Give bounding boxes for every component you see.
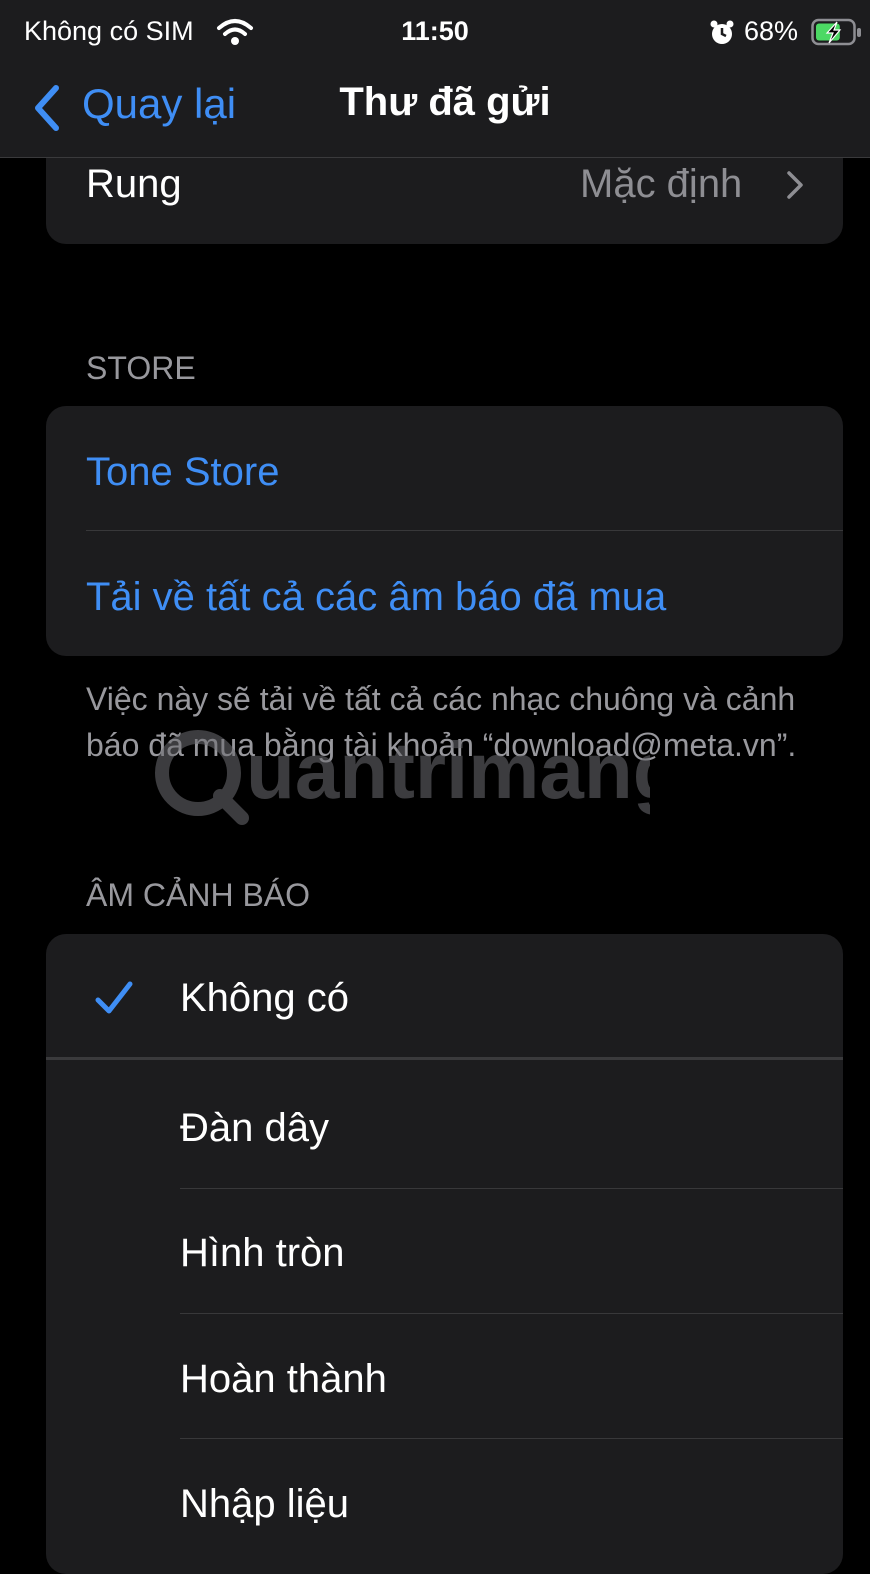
alert-tones-group: [46, 934, 843, 1574]
status-time-top: 11:50: [401, 16, 469, 46]
nav-divider: [0, 157, 870, 158]
store-section-header: STORE: [86, 350, 196, 386]
divider: [180, 1313, 843, 1314]
alert-tones-section-header: ÂM CẢNH BÁO: [86, 877, 311, 913]
checkmark-icon: [95, 981, 133, 1014]
alert-tone-item[interactable]: Đàn dây: [180, 1106, 329, 1151]
vibration-value[interactable]: Mặc định: [580, 162, 742, 207]
divider: [46, 1057, 843, 1060]
watermark-text: uantrimang: [246, 726, 650, 815]
page-title: Thư đã gửi: [339, 80, 551, 124]
battery-charging-icon: [811, 18, 861, 46]
battery-percentage-top: 68%: [744, 16, 799, 46]
alarm-icon: [710, 20, 734, 44]
alert-tone-item[interactable]: Nhập liệu: [180, 1482, 349, 1527]
download-all-tones-link[interactable]: Tải về tất cả các âm báo đã mua: [86, 575, 666, 620]
divider: [180, 1438, 843, 1439]
watermark-logo: uantrimang: [155, 726, 650, 825]
divider: [180, 1188, 843, 1189]
vibration-label[interactable]: Rung: [86, 162, 182, 207]
divider: [86, 530, 843, 531]
chevron-right-icon: [787, 171, 803, 199]
alert-tone-item[interactable]: Không có: [180, 976, 349, 1021]
alert-tone-item[interactable]: Hình tròn: [180, 1231, 345, 1276]
tone-store-link[interactable]: Tone Store: [86, 450, 279, 495]
alert-tone-item[interactable]: Hoàn thành: [180, 1357, 387, 1402]
